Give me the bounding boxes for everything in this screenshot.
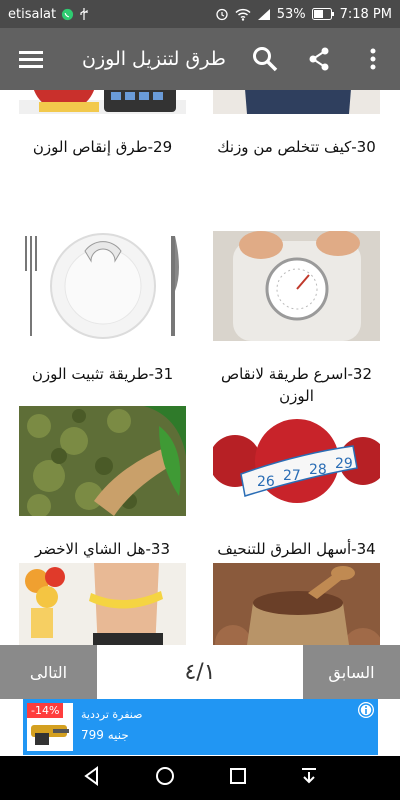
plate-scale-photo — [19, 231, 186, 341]
search-icon — [253, 47, 278, 72]
jeans-waist-photo — [213, 90, 380, 114]
ad-area: -14% صنفرة ترددية جنيه 799 — [0, 699, 400, 756]
search-button[interactable] — [238, 28, 292, 90]
system-nav-bar — [0, 756, 400, 800]
article-card[interactable]: 26 27 28 29 34-أسهل الطرق للتنحيف — [213, 406, 380, 560]
carrier-name: etisalat — [8, 6, 57, 22]
svg-text:29: 29 — [335, 456, 353, 472]
signal-icon — [257, 8, 271, 21]
apple-calculator-photo — [19, 90, 186, 114]
previous-button[interactable]: السابق — [303, 645, 400, 699]
article-card[interactable] — [213, 563, 380, 645]
more-vert-icon — [370, 48, 376, 70]
next-button[interactable]: التالى — [0, 645, 97, 699]
articles-grid: 30-كيف تتخلص من وزنك 29-طرق إنقاص الوزن — [0, 90, 400, 645]
app-bar: طرق لتنزيل الوزن — [0, 28, 400, 90]
whatsapp-icon — [61, 8, 74, 21]
article-caption: 30-كيف تتخلص من وزنك — [217, 138, 376, 156]
clock: 7:18 PM — [339, 6, 392, 22]
ad-title: صنفرة ترددية — [81, 708, 143, 721]
notification-pull-icon[interactable] — [300, 766, 318, 790]
article-card[interactable]: 29-طرق إنقاص الوزن — [19, 90, 186, 158]
share-button[interactable] — [292, 28, 346, 90]
recents-icon[interactable] — [229, 767, 247, 789]
back-icon[interactable] — [82, 766, 102, 790]
svg-text:28: 28 — [309, 462, 327, 478]
menu-icon — [19, 51, 43, 68]
menu-button[interactable] — [0, 28, 62, 90]
more-options-button[interactable] — [346, 28, 400, 90]
apples-measuring-tape-photo: 26 27 28 29 — [213, 406, 380, 516]
svg-text:26: 26 — [257, 474, 275, 490]
article-card[interactable]: 31-طريقة تثبيت الوزن — [19, 231, 186, 385]
pagination-bar: التالى ٤/١ السابق — [0, 645, 400, 699]
green-tea-photo — [19, 406, 186, 516]
article-caption: 32-اسرع طريقة لانقاص الوزن — [220, 365, 373, 405]
info-icon — [359, 703, 373, 717]
wifi-icon — [235, 8, 251, 21]
ad-discount-badge: -14% — [27, 703, 64, 718]
battery-percent: 53% — [276, 6, 306, 22]
article-card[interactable]: 30-كيف تتخلص من وزنك — [213, 90, 380, 158]
article-caption: 31-طريقة تثبيت الوزن — [31, 365, 174, 383]
page-indicator: ٤/١ — [184, 659, 216, 685]
article-caption: 34-أسهل الطرق للتنحيف — [217, 540, 376, 558]
ad-banner[interactable]: -14% صنفرة ترددية جنيه 799 — [23, 699, 378, 755]
share-icon — [309, 47, 329, 71]
status-bar: etisalat 53% 7:18 PM — [0, 0, 400, 28]
usb-icon — [79, 7, 89, 21]
app-title: طرق لتنزيل الوزن — [82, 48, 226, 70]
home-icon[interactable] — [155, 766, 175, 790]
article-card[interactable] — [19, 563, 186, 645]
ad-info-button[interactable] — [358, 702, 374, 718]
svg-text:27: 27 — [283, 468, 301, 484]
waist-measure-fruits-photo — [19, 563, 186, 645]
article-caption: 29-طرق إنقاص الوزن — [32, 138, 173, 156]
ad-price: جنيه 799 — [81, 728, 129, 742]
article-card[interactable]: 32-اسرع طريقة لانقاص الوزن — [213, 231, 380, 407]
battery-icon — [311, 8, 334, 20]
flax-seeds-sack-photo — [213, 563, 380, 645]
article-card[interactable]: 33-هل الشاي الاخضر ينقص الوزن — [19, 406, 186, 582]
feet-on-scale-photo — [213, 231, 380, 341]
alarm-icon — [215, 7, 229, 21]
